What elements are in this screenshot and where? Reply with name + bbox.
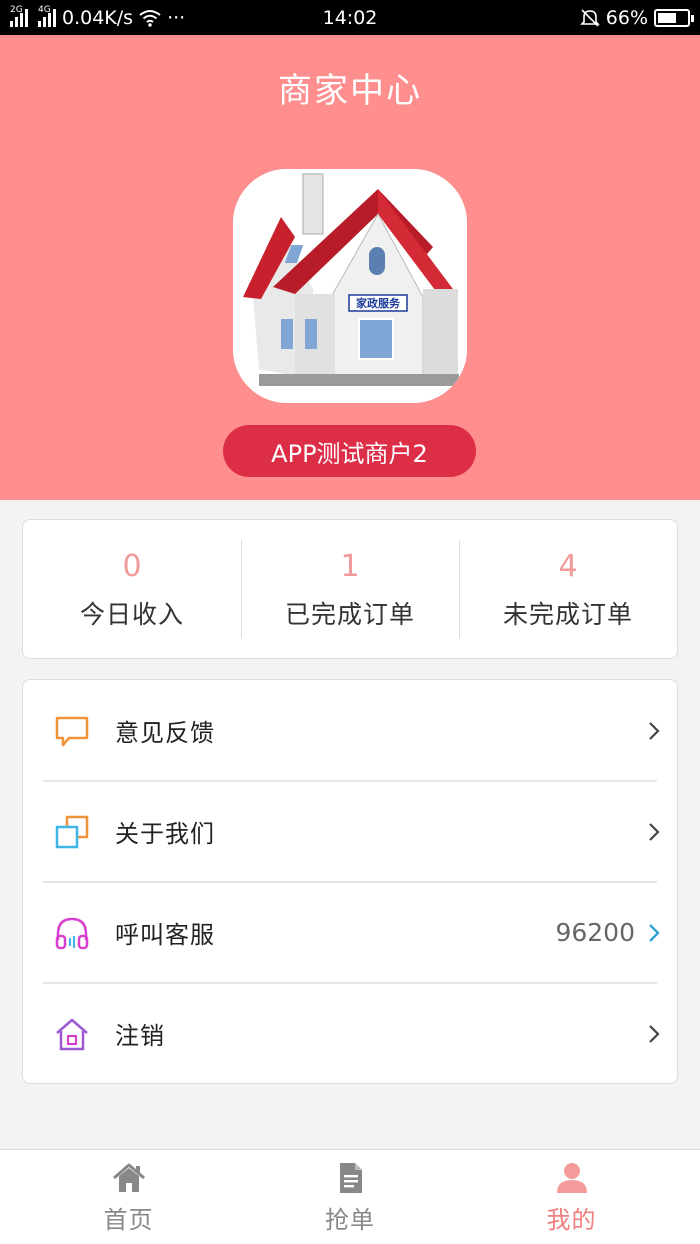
chevron-right-icon (649, 721, 660, 740)
avatar[interactable]: 家政服务 (233, 169, 467, 403)
settings-menu: 意见反馈 关于我们 呼叫客服 96200 注销 (22, 679, 678, 1084)
profile-header: 商家中心 家政服务 APP测试商户2 (0, 35, 700, 500)
stat-label: 未完成订单 (502, 600, 633, 629)
stat-pending-orders[interactable]: 4 未完成订单 (459, 520, 677, 658)
network-speed: 0.04K/s (62, 6, 134, 29)
user-icon (556, 1163, 587, 1193)
menu-item-feedback[interactable]: 意见反馈 (23, 680, 677, 781)
bell-muted-icon (579, 8, 600, 27)
menu-label: 关于我们 (115, 820, 215, 848)
headphones-icon (55, 917, 89, 949)
chevron-right-icon (649, 923, 660, 942)
menu-label: 注销 (115, 1022, 165, 1050)
stat-today-income[interactable]: 0 今日收入 (23, 520, 241, 658)
tab-label: 首页 (103, 1206, 154, 1234)
chevron-right-icon (649, 822, 660, 841)
signal-2g-icon: 2G (10, 5, 28, 27)
stats-card: 0 今日收入 1 已完成订单 4 未完成订单 (22, 519, 678, 659)
house-outline-icon (56, 1018, 88, 1050)
battery-percent: 66% (605, 6, 648, 29)
menu-label: 呼叫客服 (115, 921, 215, 949)
tab-home[interactable]: 首页 (0, 1150, 257, 1244)
menu-item-customer-service[interactable]: 呼叫客服 96200 (23, 882, 677, 983)
document-icon (340, 1163, 362, 1193)
bottom-tab-bar: 首页 抢单 我的 (0, 1149, 700, 1244)
battery-icon (654, 8, 694, 27)
stat-value: 1 (340, 549, 360, 584)
chat-bubble-icon (55, 716, 89, 746)
wifi-icon (139, 9, 161, 27)
tab-label: 抢单 (325, 1206, 375, 1234)
stat-label: 已完成订单 (284, 600, 415, 629)
house-logo-icon: 家政服务 (233, 169, 467, 403)
home-icon (112, 1163, 145, 1192)
page-title: 商家中心 (278, 71, 422, 111)
more-dots: ··· (167, 6, 186, 29)
tab-grab-order[interactable]: 抢单 (257, 1150, 443, 1244)
stat-completed-orders[interactable]: 1 已完成订单 (241, 520, 459, 658)
stat-label: 今日收入 (79, 600, 184, 629)
menu-item-logout[interactable]: 注销 (23, 983, 677, 1084)
overlap-squares-icon (55, 815, 89, 848)
merchant-name-badge: APP测试商户2 (223, 425, 476, 477)
signal-4g-icon: 4G (38, 5, 56, 27)
tab-mine[interactable]: 我的 (443, 1150, 700, 1244)
menu-item-about[interactable]: 关于我们 (23, 781, 677, 882)
stat-value: 0 (122, 549, 142, 584)
avatar-sign-text: 家政服务 (356, 296, 401, 310)
stat-value: 4 (558, 549, 578, 584)
service-phone: 96200 (555, 918, 635, 947)
menu-label: 意见反馈 (115, 719, 215, 747)
status-bar: 2G 4G 0.04K/s ··· 14:02 66% (0, 0, 700, 35)
tab-label: 我的 (546, 1206, 597, 1234)
chevron-right-icon (649, 1024, 660, 1043)
